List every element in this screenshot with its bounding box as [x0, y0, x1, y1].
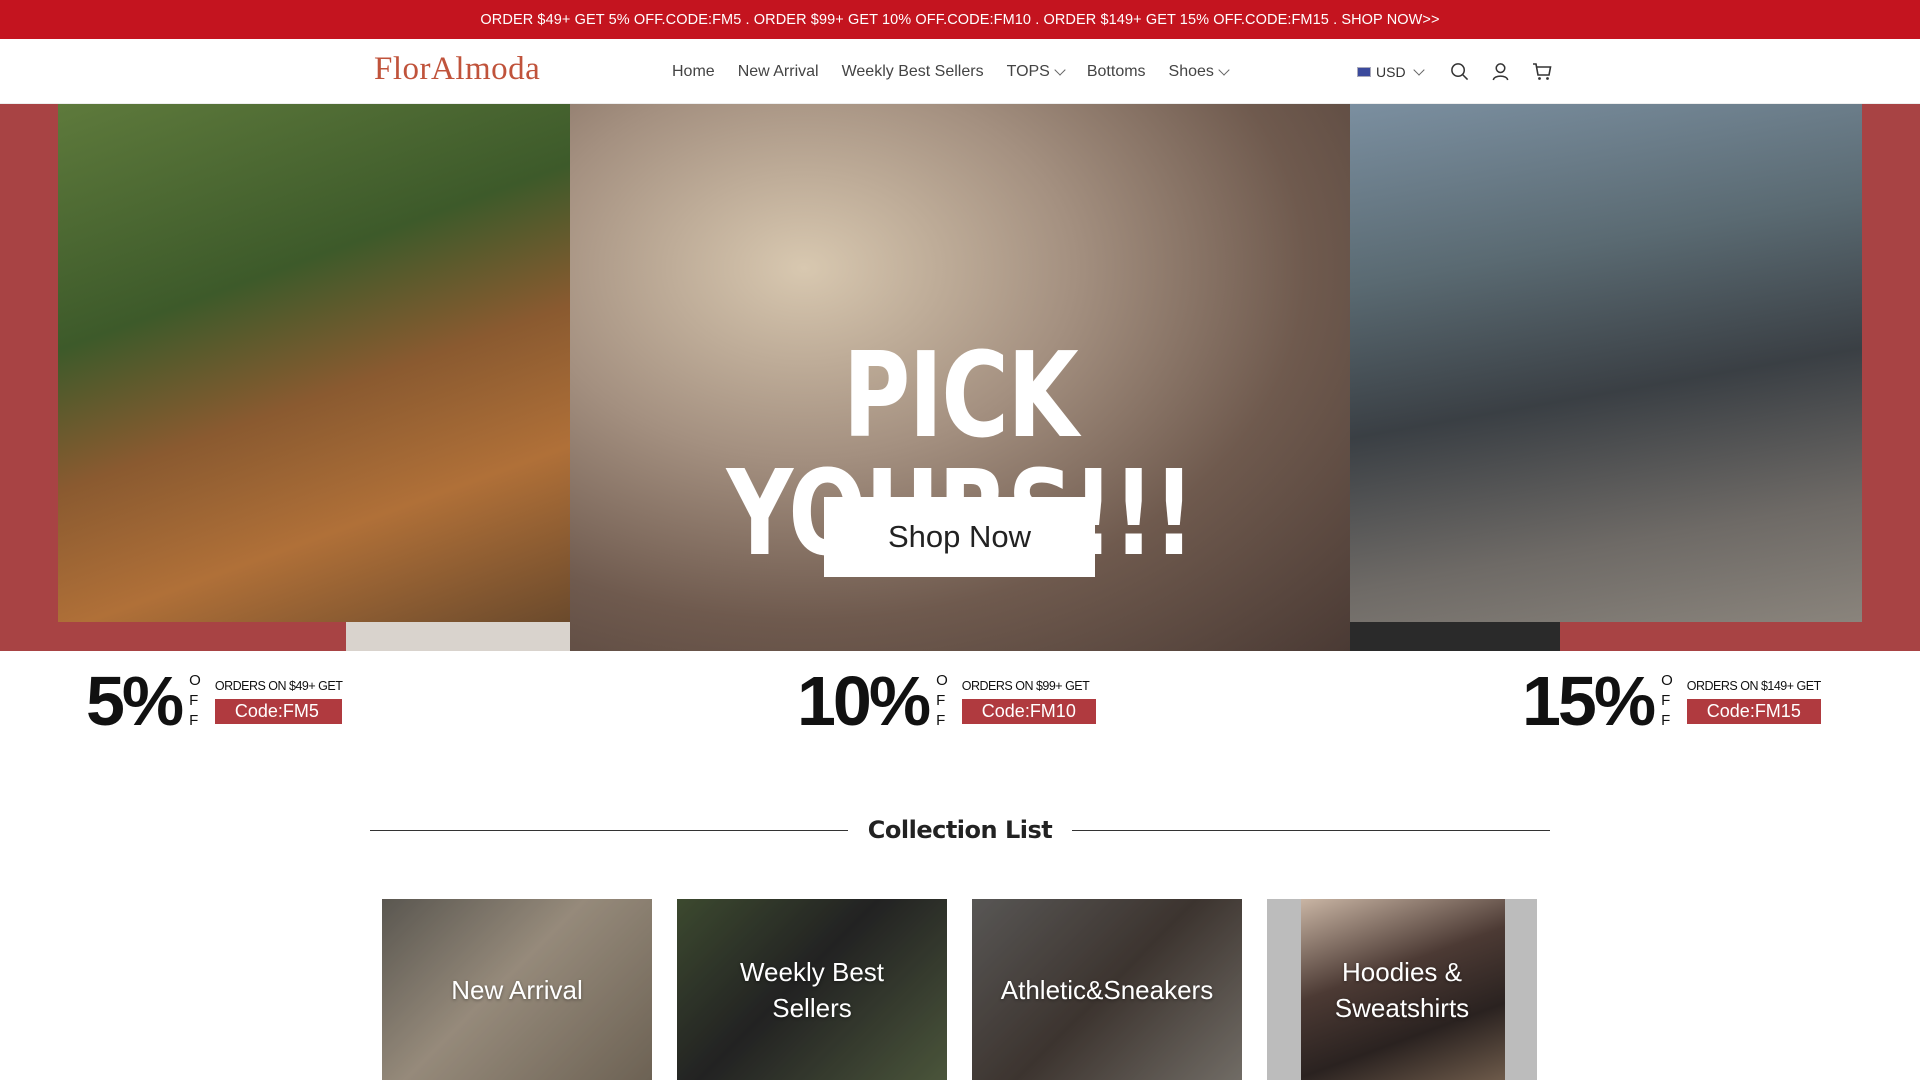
nav-label: Home [672, 62, 715, 80]
off-letter: O [189, 672, 201, 689]
discount-code: Code:FM5 [214, 698, 343, 724]
discount-code: Code:FM15 [1686, 698, 1821, 724]
off-letter: F [936, 692, 946, 709]
discount-condition: ORDERS ON $99+ GET [961, 678, 1090, 693]
discount-off: O F F [189, 671, 201, 731]
discount-condition: ORDERS ON $49+ GET [214, 678, 343, 693]
nav-new-arrival[interactable]: New Arrival [738, 63, 819, 81]
card-label: Weekly Best Sellers [739, 956, 884, 1023]
account-icon[interactable] [1490, 61, 1511, 82]
discount-percent: 10% [797, 662, 931, 740]
nav-label: Weekly Best Sellers [841, 62, 984, 80]
nav-home[interactable]: Home [672, 63, 715, 81]
nav-label: Shoes [1168, 62, 1214, 80]
site-header: FlorAlmoda Home New Arrival Weekly Best … [0, 39, 1920, 104]
cart-icon[interactable] [1531, 61, 1552, 82]
divider [1072, 829, 1550, 831]
card-label: Hoodies & Sweatshirts [1334, 956, 1470, 1023]
collection-card-athletic-sneakers[interactable]: Athletic&Sneakers [972, 899, 1242, 1080]
card-label: Athletic&Sneakers [1000, 974, 1214, 1005]
off-letter: F [1661, 692, 1671, 709]
hero-image-left [58, 104, 570, 622]
nav-label: Bottoms [1086, 62, 1146, 80]
header-icons [1449, 39, 1552, 104]
off-letter: O [1661, 672, 1673, 689]
discount-off: O F F [936, 671, 948, 731]
shop-now-button[interactable]: Shop Now [824, 497, 1095, 577]
discount-10[interactable]: 10% O F F ORDERS ON $99+ GET Code:FM10 [797, 651, 1096, 751]
discount-info: ORDERS ON $149+ GET Code:FM15 [1686, 678, 1821, 724]
search-icon[interactable] [1449, 61, 1470, 82]
discount-percent: 5% [86, 662, 184, 740]
hero-image-strip [346, 622, 570, 651]
discount-15[interactable]: 15% O F F ORDERS ON $149+ GET Code:FM15 [1522, 651, 1821, 751]
off-letter: F [936, 712, 946, 729]
hero-banner[interactable]: PICK YOURS!!! Shop Now [0, 104, 1920, 651]
nav-weekly-best-sellers[interactable]: Weekly Best Sellers [842, 63, 984, 81]
flag-icon [1357, 66, 1371, 77]
discount-condition: ORDERS ON $149+ GET [1686, 678, 1821, 693]
main-nav: Home New Arrival Weekly Best Sellers TOP… [672, 39, 1230, 104]
nav-bottoms[interactable]: Bottoms [1087, 63, 1146, 81]
nav-shoes[interactable]: Shoes [1168, 62, 1230, 81]
discount-code: Code:FM10 [961, 698, 1096, 724]
collection-card-hoodies-sweatshirts[interactable]: Hoodies & Sweatshirts [1267, 899, 1537, 1080]
hero-image-right [1350, 104, 1862, 622]
discount-info: ORDERS ON $49+ GET Code:FM5 [214, 678, 343, 724]
off-letter: O [936, 672, 948, 689]
collection-card-weekly-best-sellers[interactable]: Weekly Best Sellers [677, 899, 947, 1080]
chevron-down-icon [1412, 63, 1425, 76]
nav-tops[interactable]: TOPS [1006, 62, 1066, 81]
divider [370, 829, 848, 831]
collection-heading: Collection List [370, 810, 1550, 850]
chevron-down-icon [1054, 63, 1066, 76]
collection-card-new-arrival[interactable]: New Arrival [382, 899, 652, 1080]
nav-label: New Arrival [737, 62, 819, 80]
nav-label: TOPS [1006, 62, 1050, 80]
discount-row: 5% O F F ORDERS ON $49+ GET Code:FM5 10%… [0, 651, 1920, 751]
off-letter: F [1661, 712, 1671, 729]
collection-cards: New Arrival Weekly Best Sellers Athletic… [382, 899, 1539, 1080]
currency-selector[interactable]: USD [1357, 39, 1425, 104]
chevron-down-icon [1218, 63, 1230, 76]
card-label: New Arrival [451, 974, 583, 1005]
currency-label: USD [1376, 63, 1406, 80]
discount-info: ORDERS ON $99+ GET Code:FM10 [961, 678, 1096, 724]
collection-title: Collection List [867, 816, 1053, 844]
discount-off: O F F [1661, 671, 1673, 731]
announcement-text[interactable]: ORDER $49+ GET 5% OFF.CODE:FM5 . ORDER $… [480, 12, 1439, 28]
discount-5[interactable]: 5% O F F ORDERS ON $49+ GET Code:FM5 [86, 651, 343, 751]
announcement-bar[interactable]: ORDER $49+ GET 5% OFF.CODE:FM5 . ORDER $… [0, 0, 1920, 39]
hero-image-strip [1350, 622, 1560, 651]
logo[interactable]: FlorAlmoda [374, 51, 540, 88]
discount-percent: 15% [1522, 662, 1656, 740]
off-letter: F [189, 712, 199, 729]
off-letter: F [189, 692, 199, 709]
